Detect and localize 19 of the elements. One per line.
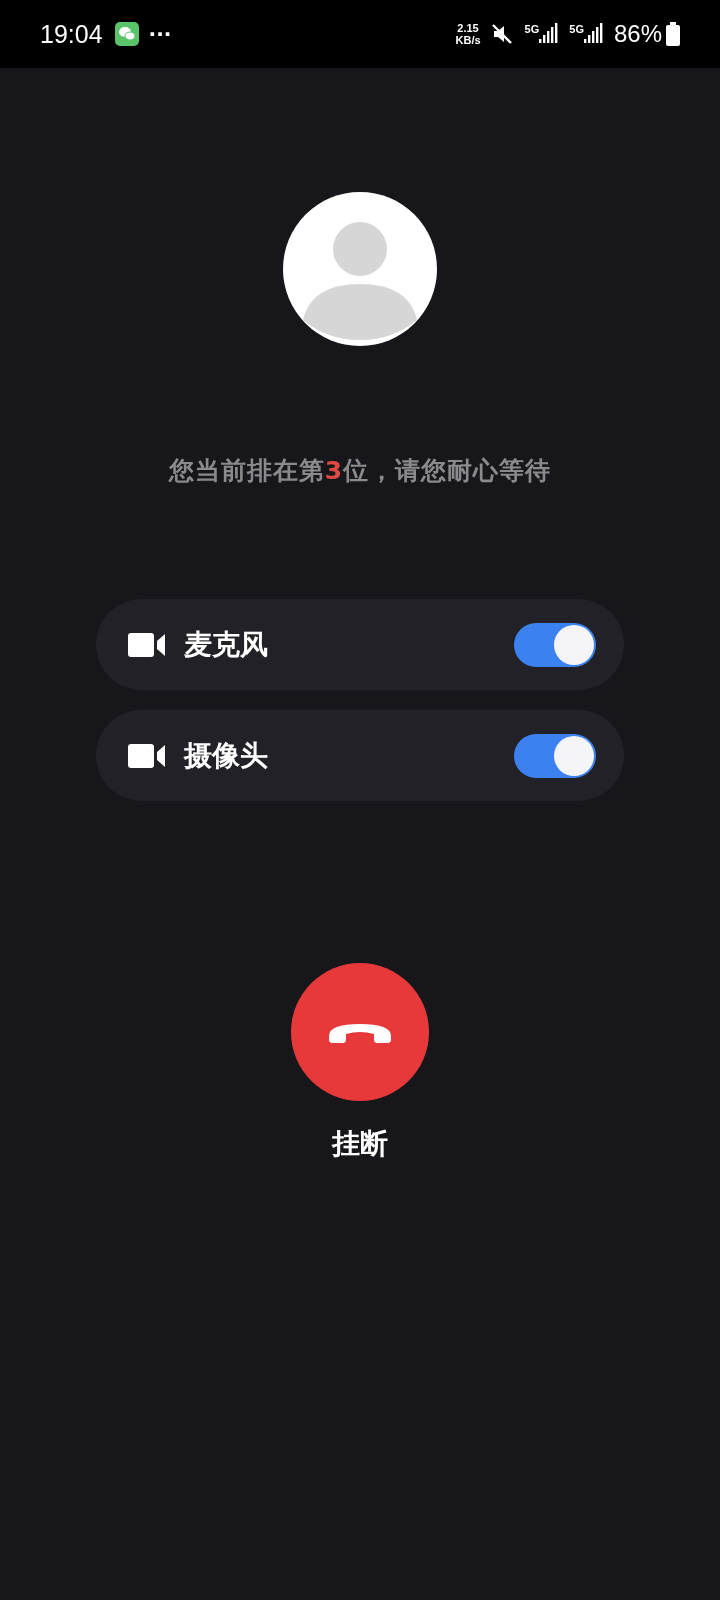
clock-time: 19:04: [40, 19, 103, 49]
video-camera-icon: [128, 631, 166, 658]
signal-icon: [583, 23, 604, 45]
toggle-label: 摄像头: [184, 737, 269, 774]
toggle-switch[interactable]: [514, 622, 596, 667]
toggle-label: 麦克风: [184, 626, 269, 663]
more-notifications: ···: [148, 22, 172, 46]
network-type: 5G: [569, 23, 584, 35]
chat-app-icon: [114, 22, 139, 46]
avatar-icon: [283, 192, 437, 346]
network-type: 5G: [524, 23, 540, 35]
battery-percent: 86%: [613, 20, 662, 48]
toggle-switch[interactable]: [514, 733, 596, 778]
battery-icon: [666, 22, 680, 46]
queue-message: 您当前排在第3位，请您耐心等待: [168, 455, 552, 487]
signal-icon: [539, 23, 560, 45]
video-camera-icon: [128, 742, 166, 769]
hangup-label: 挂断: [332, 1126, 388, 1162]
network-speed: 2.15 KB/s: [455, 22, 481, 46]
